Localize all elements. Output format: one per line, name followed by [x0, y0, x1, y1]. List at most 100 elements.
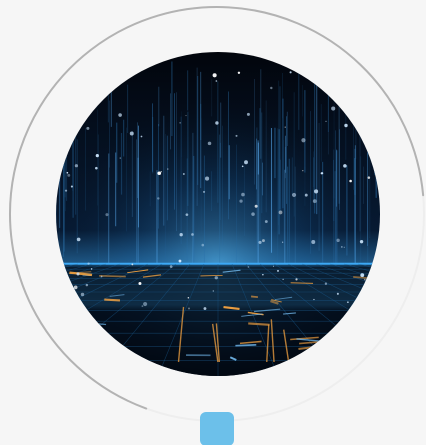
star-particle [95, 154, 99, 158]
star-particle [202, 190, 206, 193]
star-particle [85, 283, 89, 287]
star-particle [289, 71, 292, 74]
star-particle [100, 275, 103, 278]
star-particle [140, 135, 143, 138]
warm-light-streak [250, 295, 259, 299]
star-particle [349, 179, 352, 183]
star-particle [203, 307, 207, 310]
star-particle [324, 282, 328, 285]
star-particle [188, 307, 190, 310]
star-particle [204, 176, 210, 181]
star-particle [276, 269, 280, 272]
star-particle [212, 290, 215, 292]
star-particle [347, 301, 349, 303]
star-particle [301, 138, 306, 143]
star-particle [341, 246, 343, 248]
star-particle [179, 122, 181, 124]
star-particle [73, 285, 78, 290]
star-particle [157, 171, 162, 176]
star-particle [264, 220, 268, 224]
star-particle [312, 199, 317, 204]
star-particle [87, 262, 90, 265]
warm-light-streak [248, 322, 270, 326]
star-particle [76, 237, 81, 242]
star-particle [247, 266, 250, 268]
drag-handle-button[interactable] [200, 412, 234, 445]
star-particle [214, 276, 218, 280]
star-particle [80, 292, 85, 297]
star-particle [246, 112, 250, 116]
star-particle [291, 192, 297, 198]
star-particle [187, 297, 190, 299]
star-particle [64, 189, 68, 192]
warm-light-streak [99, 275, 126, 278]
star-particle [185, 213, 189, 217]
star-particle [314, 189, 319, 194]
star-particle [262, 274, 264, 276]
star-particle [131, 263, 134, 266]
star-particle [129, 131, 134, 136]
star-particle [254, 204, 258, 208]
media-widget [0, 0, 426, 445]
star-particle [143, 301, 148, 307]
star-particle [364, 278, 366, 281]
star-particle [207, 141, 212, 146]
star-particle [179, 233, 183, 237]
warm-light-streak [200, 274, 223, 277]
star-particle [336, 238, 340, 243]
star-particle [336, 292, 339, 295]
star-particle [270, 86, 273, 90]
star-particle [212, 73, 217, 78]
star-particle [118, 113, 122, 117]
star-particle [321, 172, 324, 175]
star-particle [67, 173, 71, 177]
circular-artwork [56, 52, 380, 376]
star-particle [169, 265, 173, 268]
star-particle [344, 123, 348, 128]
star-particle [244, 160, 248, 165]
star-particle [367, 176, 371, 179]
star-particle [182, 173, 185, 175]
star-particle [76, 272, 80, 276]
star-particle [215, 80, 218, 82]
star-particle [201, 243, 205, 247]
star-particle [331, 106, 336, 111]
star-particle [235, 134, 238, 137]
star-particle [185, 115, 187, 117]
star-particle [282, 241, 284, 243]
star-particle [178, 259, 182, 263]
star-particle [105, 213, 109, 217]
star-particle [325, 120, 327, 122]
star-particle [359, 239, 364, 244]
star-particle [360, 273, 365, 278]
star-particle [251, 212, 255, 216]
star-particle [311, 240, 316, 244]
star-particle [313, 298, 315, 301]
star-particle [304, 193, 308, 197]
star-particle [90, 268, 93, 270]
star-particle [74, 164, 79, 168]
star-particle [237, 71, 241, 74]
star-particle [284, 126, 286, 128]
star-particle [66, 171, 69, 174]
star-particle [119, 157, 121, 159]
star-particle [278, 210, 283, 215]
star-particle [258, 240, 262, 245]
star-particle [138, 282, 142, 286]
star-particle [191, 233, 194, 236]
cool-light-streak [235, 344, 257, 347]
star-particle [241, 165, 244, 168]
star-particle [141, 305, 144, 307]
star-particle [343, 246, 345, 248]
star-particle [302, 170, 304, 172]
star-particle [95, 166, 98, 170]
star-particle [215, 121, 219, 125]
star-particle [86, 126, 90, 130]
star-particle [282, 278, 284, 281]
star-particle [167, 168, 169, 170]
star-particle [262, 239, 265, 243]
star-particle [241, 192, 245, 197]
star-particle [70, 185, 73, 188]
warm-light-streak [104, 298, 121, 302]
star-particle [160, 171, 162, 173]
